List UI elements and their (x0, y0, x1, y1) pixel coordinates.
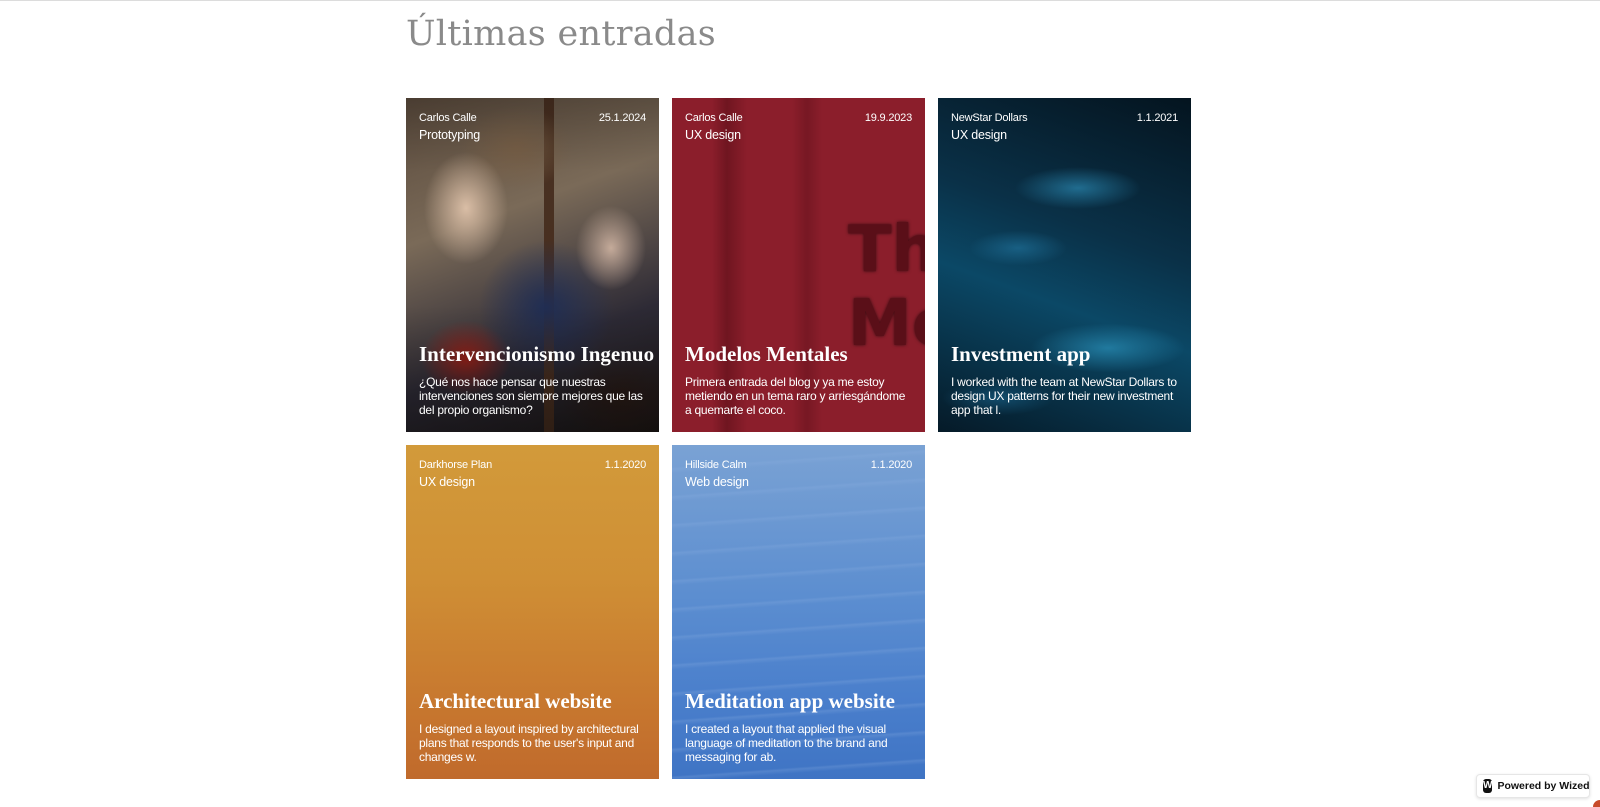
post-author: Carlos Calle (685, 112, 743, 124)
post-category: Web design (685, 475, 749, 489)
post-category: UX design (685, 128, 741, 142)
post-author: Darkhorse Plan (419, 459, 493, 471)
post-category: Prototyping (419, 128, 481, 142)
post-title[interactable]: Meditation app website (685, 689, 915, 713)
post-excerpt: Primera entrada del blog y ya me estoy m… (685, 375, 906, 417)
post-meta: NewStar Dollars 1.1.2021 (951, 112, 1178, 124)
badge-label: Powered by Wized (1497, 780, 1590, 792)
post-card[interactable]: Darkhorse Plan 1.1.2020 UX design Archit… (406, 445, 659, 779)
post-card[interactable]: NewStar Dollars 1.1.2021 UX design Inves… (938, 98, 1191, 432)
post-date: 1.1.2020 (604, 459, 646, 471)
post-category: UX design (419, 475, 475, 489)
post-date: 1.1.2020 (870, 459, 912, 471)
post-excerpt: ¿Qué nos hace pensar que nuestras interv… (419, 375, 643, 417)
corner-accent (1593, 800, 1600, 807)
post-meta: Carlos Calle 19.9.2023 (685, 112, 912, 124)
post-category: UX design (951, 128, 1007, 142)
post-excerpt: I designed a layout inspired by architec… (419, 722, 639, 764)
posts-grid: Carlos Calle 25.1.2024 Prototyping Inter… (406, 98, 1192, 779)
post-author: Carlos Calle (419, 112, 477, 124)
post-title[interactable]: Modelos Mentales (685, 342, 915, 366)
top-divider (0, 0, 1600, 1)
post-author: Hillside Calm (685, 459, 747, 471)
post-date: 19.9.2023 (864, 112, 912, 124)
post-author: NewStar Dollars (951, 112, 1028, 124)
post-date: 1.1.2021 (1136, 112, 1178, 124)
post-card[interactable]: Th Me Carlos Calle 19.9.2023 UX design M… (672, 98, 925, 432)
post-title[interactable]: Investment app (951, 342, 1181, 366)
post-title[interactable]: Intervencionismo Ingenuo (419, 342, 654, 366)
powered-by-wized-badge[interactable]: W Powered by Wized (1476, 774, 1590, 798)
post-excerpt: I worked with the team at NewStar Dollar… (951, 375, 1177, 417)
post-meta: Hillside Calm 1.1.2020 (685, 459, 912, 471)
section-title: Últimas entradas (406, 14, 717, 54)
wized-logo-icon: W (1483, 779, 1493, 793)
post-meta: Carlos Calle 25.1.2024 (419, 112, 646, 124)
post-card[interactable]: Hillside Calm 1.1.2020 Web design Medita… (672, 445, 925, 779)
post-card[interactable]: Carlos Calle 25.1.2024 Prototyping Inter… (406, 98, 659, 432)
post-title[interactable]: Architectural website (419, 689, 649, 713)
post-excerpt: I created a layout that applied the visu… (685, 722, 888, 764)
post-image-lettering: Th Me (848, 213, 925, 361)
post-date: 25.1.2024 (598, 112, 646, 124)
post-meta: Darkhorse Plan 1.1.2020 (419, 459, 646, 471)
